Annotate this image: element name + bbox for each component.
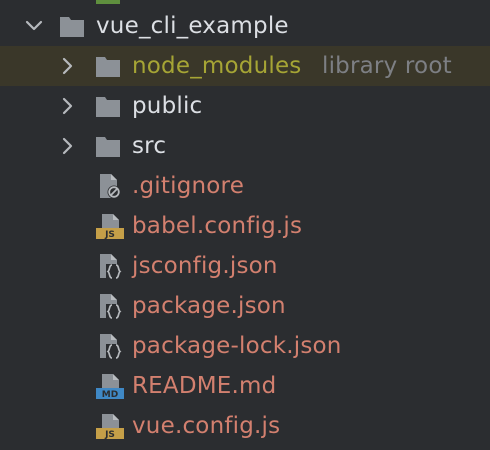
- chevron-right-icon[interactable]: [58, 96, 78, 116]
- tree-row-babel-config[interactable]: JS babel.config.js: [0, 206, 490, 246]
- tree-item-label: .gitignore: [132, 173, 245, 199]
- tree-item-label: src: [132, 133, 167, 159]
- project-tree: vue_cli_example node_modules library roo…: [0, 0, 490, 450]
- tree-item-label: vue.config.js: [132, 413, 281, 439]
- tree-item-label: package-lock.json: [132, 333, 342, 359]
- json-file-icon: [100, 254, 122, 279]
- chevron-down-icon[interactable]: [24, 16, 44, 36]
- tree-item-label: package.json: [132, 293, 286, 319]
- project-name: vue_cli_example: [96, 13, 289, 39]
- folder-icon: [96, 57, 120, 77]
- chevron-right-icon[interactable]: [58, 56, 78, 76]
- tree-item-label: jsconfig.json: [132, 253, 278, 279]
- folder-icon: [60, 17, 84, 37]
- chevron-right-icon[interactable]: [58, 136, 78, 156]
- tree-row-readme[interactable]: MD README.md: [0, 366, 490, 406]
- markdown-file-icon: MD: [96, 374, 124, 400]
- js-badge-text: JS: [104, 230, 115, 240]
- tree-row-package-json[interactable]: package.json: [0, 286, 490, 326]
- js-file-icon: JS: [96, 414, 124, 440]
- tree-row-public[interactable]: public: [0, 86, 490, 126]
- folder-icon: [96, 97, 120, 117]
- tree-item-label: README.md: [132, 373, 277, 399]
- json-file-icon: [100, 294, 122, 319]
- ignore-file-icon: [100, 174, 121, 199]
- tree-row-node-modules[interactable]: node_modules library root: [0, 46, 490, 86]
- tree-row-src[interactable]: src: [0, 126, 490, 166]
- folder-icon: [96, 137, 120, 157]
- tree-item-label: node_modules: [132, 53, 302, 79]
- tree-row-jsconfig[interactable]: jsconfig.json: [0, 246, 490, 286]
- json-file-icon: [100, 334, 122, 359]
- tree-item-label: babel.config.js: [132, 213, 303, 239]
- clipped-icon-edge: [96, 0, 120, 4]
- tree-row-gitignore[interactable]: .gitignore: [0, 166, 490, 206]
- tree-item-label: public: [132, 93, 203, 119]
- js-file-icon: JS: [96, 214, 124, 240]
- js-badge-text: JS: [104, 430, 115, 440]
- tree-row-package-lock[interactable]: package-lock.json: [0, 326, 490, 366]
- tree-row-vue-config[interactable]: JS vue.config.js: [0, 406, 490, 446]
- md-badge-text: MD: [102, 390, 118, 400]
- library-root-hint: library root: [322, 53, 452, 79]
- tree-row-project-root[interactable]: vue_cli_example: [0, 6, 490, 46]
